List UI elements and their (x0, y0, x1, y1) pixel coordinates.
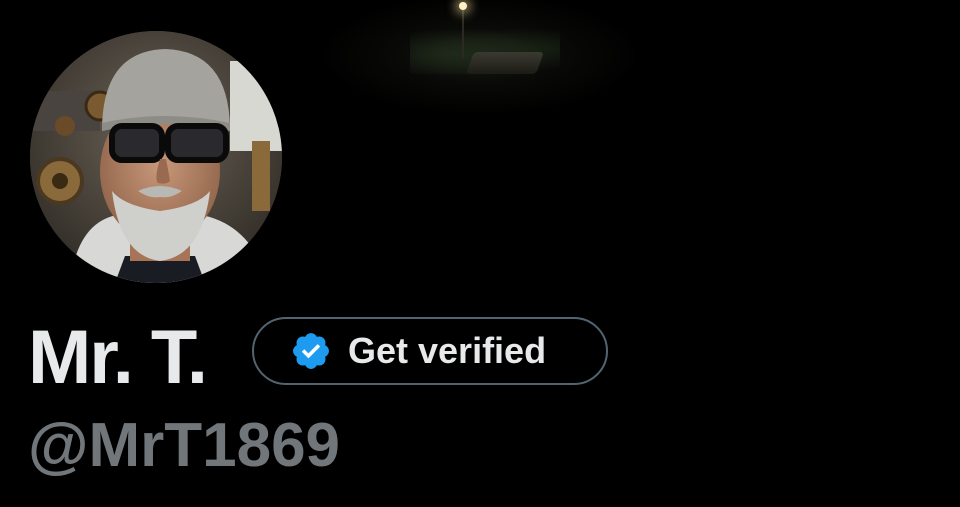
more-icon[interactable] (842, 0, 870, 6)
profile-photo-icon (30, 31, 282, 283)
refresh-icon[interactable] (722, 0, 750, 6)
verified-badge-icon (293, 333, 329, 369)
display-name: Mr. T. (28, 315, 208, 400)
user-handle: @MrT1869 (28, 411, 341, 480)
get-verified-label: Get verified (348, 330, 547, 371)
avatar[interactable] (27, 28, 285, 286)
banner-lamp-pole (462, 10, 464, 58)
get-verified-button[interactable]: Get verified (252, 317, 608, 385)
banner-street-lamp (459, 2, 467, 10)
banner-path (465, 52, 545, 74)
back-arrow-icon[interactable] (78, 0, 106, 6)
search-icon[interactable] (608, 0, 636, 6)
